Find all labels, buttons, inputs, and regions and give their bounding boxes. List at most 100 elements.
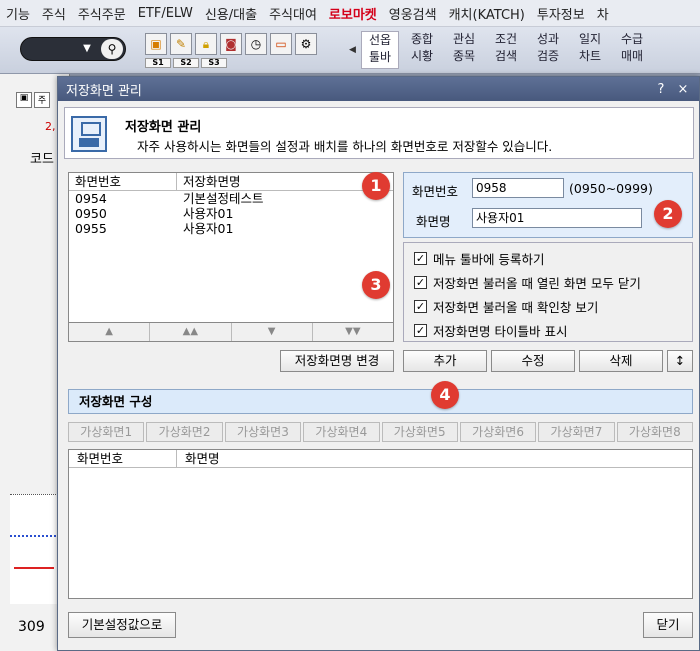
list-item[interactable]: 0954 기본설정테스트 (69, 191, 393, 206)
tab-virtual-2[interactable]: 가상화면2 (146, 422, 223, 442)
list-header: 화면번호 저장화면명 (69, 173, 393, 191)
list-col-screen-number[interactable]: 화면번호 (69, 173, 177, 190)
menu-item-stock-order[interactable]: 주식주문 (72, 4, 132, 23)
search-box[interactable]: ▼ ⚲ (20, 37, 126, 61)
floppy-disk-icon (71, 116, 107, 152)
close-button[interactable]: 닫기 (643, 612, 693, 638)
clock-icon[interactable]: ◷ (245, 33, 267, 55)
tab-virtual-1[interactable]: 가상화면1 (68, 422, 145, 442)
bg-tab[interactable]: 주 (34, 92, 50, 108)
tab-virtual-8[interactable]: 가상화면8 (616, 422, 693, 442)
sort-button[interactable]: ↕ (667, 350, 693, 372)
toolbar-btn-journal-chart[interactable]: 일지 차트 (571, 31, 609, 69)
tb-label: 검색 (494, 49, 518, 63)
tab-virtual-6[interactable]: 가상화면6 (459, 422, 537, 442)
move-top-button[interactable]: ▲▲ (150, 323, 232, 341)
option-show-confirm[interactable]: ✓ 저장화면 불러올 때 확인창 보기 (414, 297, 598, 316)
rename-screen-button[interactable]: 저장화면명 변경 (280, 350, 394, 372)
screen-number-label: 화면번호 (412, 184, 459, 199)
toolbar-slots: S1 S2 S3 (145, 58, 227, 68)
menu-bar: 기능 주식 주식주문 ETF/ELW 신용/대출 주식대여 로보마켓 영웅검색 … (0, 0, 700, 27)
menu-item-invest-info[interactable]: 투자정보 (531, 4, 591, 23)
camera-icon[interactable]: ◙ (220, 33, 242, 55)
checkbox[interactable]: ✓ (414, 252, 427, 265)
slot-s2[interactable]: S2 (173, 58, 199, 68)
chevron-down-icon[interactable]: ▼ (79, 40, 95, 58)
header-description: 자주 사용하시는 화면들의 설정과 배치를 하나의 화면번호로 저장할수 있습니… (137, 139, 553, 154)
tb-label: 매매 (620, 49, 644, 63)
screen-name-input[interactable]: 사용자01 (472, 208, 642, 228)
checkbox[interactable]: ✓ (414, 276, 427, 289)
move-up-button[interactable]: ▲ (69, 323, 151, 341)
tb-label: 시황 (410, 49, 434, 63)
toolbar-btn-supply[interactable]: 수급 매매 (613, 31, 651, 69)
tb-label: 종합 (410, 32, 434, 46)
bg-bottom-number: 309 (18, 619, 45, 635)
toolbar-btn-performance[interactable]: 성과 검증 (529, 31, 567, 69)
slot-s3[interactable]: S3 (201, 58, 227, 68)
menu-item-stock[interactable]: 주식 (36, 4, 72, 23)
slot-s1[interactable]: S1 (145, 58, 171, 68)
gear-icon[interactable]: ⚙ (295, 33, 317, 55)
main-toolbar: ▼ ⚲ ▣ ✎ 🔒︎ ◙ ◷ ▭ ⚙ S1 S2 S3 ◀ 선옵 툴바 종합시황 … (0, 27, 700, 74)
search-icon[interactable]: ⚲ (101, 39, 123, 59)
brush-icon[interactable]: ✎ (170, 33, 192, 55)
list-col-screen-name[interactable]: 저장화면명 (177, 173, 241, 190)
tb-label: 선옵 (368, 33, 392, 47)
grid-header: 화면번호 화면명 (69, 450, 692, 468)
window-icon[interactable]: ▣ (16, 92, 32, 108)
delete-button[interactable]: 삭제 (579, 350, 663, 372)
close-icon[interactable]: × (675, 82, 691, 97)
menu-item-stock-lending[interactable]: 주식대여 (263, 4, 323, 23)
menu-item-robo-market[interactable]: 로보마켓 (323, 4, 383, 23)
bg-icon-row: ▣ 주 (16, 92, 50, 108)
help-button[interactable]: ? (653, 82, 669, 97)
dialog-titlebar: 저장화면 관리 ? × (58, 77, 699, 101)
menu-item-etf-elw[interactable]: ETF/ELW (132, 6, 199, 21)
option-register-menu-toolbar[interactable]: ✓ 메뉴 툴바에 등록하기 (414, 249, 544, 268)
toolbar-btn-watchlist[interactable]: 관심 종목 (445, 31, 483, 69)
screen-number-range: (0950~0999) (569, 181, 653, 196)
move-down-button[interactable]: ▼ (232, 323, 313, 341)
menu-item-hero-search[interactable]: 영웅검색 (383, 4, 443, 23)
tb-label: 종목 (452, 49, 476, 63)
tb-label: 성과 (536, 32, 560, 46)
toolbar-nav: ◀ 선옵 툴바 종합시황 관심 종목 조건 검색 성과 검증 일지 차트 수급 매매 (349, 31, 655, 69)
dialog-title: 저장화면 관리 (66, 83, 142, 99)
checkbox[interactable]: ✓ (414, 324, 427, 337)
section-title: 저장화면 구성 (68, 389, 693, 414)
menu-item-function[interactable]: 기능 (0, 4, 36, 23)
grid-col-screen-name[interactable]: 화면명 (177, 450, 220, 467)
bg-code-label: 코드 (30, 152, 54, 167)
option-close-open-screens[interactable]: ✓ 저장화면 불러올 때 열린 화면 모두 닫기 (414, 273, 641, 292)
list-item[interactable]: 0955 사용자01 (69, 221, 393, 236)
menu-item-chart[interactable]: 차 (591, 4, 615, 23)
tab-virtual-4[interactable]: 가상화면4 (303, 422, 380, 442)
chart-line-red (14, 567, 54, 569)
menu-item-katch[interactable]: 캐치(KATCH) (443, 4, 531, 23)
option-show-titlebar-name[interactable]: ✓ 저장화면명 타이틀바 표시 (414, 321, 567, 340)
toolbar-btn-condition-search[interactable]: 조건 검색 (487, 31, 525, 69)
save-icon[interactable]: ▣ (145, 33, 167, 55)
chevron-left-icon[interactable]: ◀ (349, 45, 361, 55)
screen-number-input[interactable]: 0958 (472, 178, 564, 198)
edit-button[interactable]: 수정 (491, 350, 575, 372)
grid-col-screen-number[interactable]: 화면번호 (69, 450, 177, 467)
checkbox-label: 저장화면 불러올 때 열린 화면 모두 닫기 (433, 276, 641, 291)
list-item[interactable]: 0950 사용자01 (69, 206, 393, 221)
tab-virtual-3[interactable]: 가상화면3 (224, 422, 302, 442)
move-bottom-button[interactable]: ▼▼ (313, 323, 393, 341)
row-name: 기본설정테스트 (183, 191, 264, 206)
add-button[interactable]: 추가 (403, 350, 487, 372)
monitor-icon[interactable]: ▭ (270, 33, 292, 55)
toolbar-icons: ▣ ✎ 🔒︎ ◙ ◷ ▭ ⚙ (145, 33, 317, 55)
toolbar-btn-futures-options[interactable]: 선옵 툴바 (361, 31, 399, 69)
tab-virtual-7[interactable]: 가상화면7 (538, 422, 615, 442)
lock-icon[interactable]: 🔒︎ (195, 33, 217, 55)
checkbox[interactable]: ✓ (414, 300, 427, 313)
tab-virtual-5[interactable]: 가상화면5 (381, 422, 458, 442)
toolbar-btn-market[interactable]: 종합시황 (403, 31, 441, 69)
reset-default-button[interactable]: 기본설정값으로 (68, 612, 176, 638)
menu-item-credit-loan[interactable]: 신용/대출 (199, 4, 263, 23)
virtual-screen-tabs: 가상화면1 가상화면2 가상화면3 가상화면4 가상화면5 가상화면6 가상화면… (68, 422, 693, 442)
